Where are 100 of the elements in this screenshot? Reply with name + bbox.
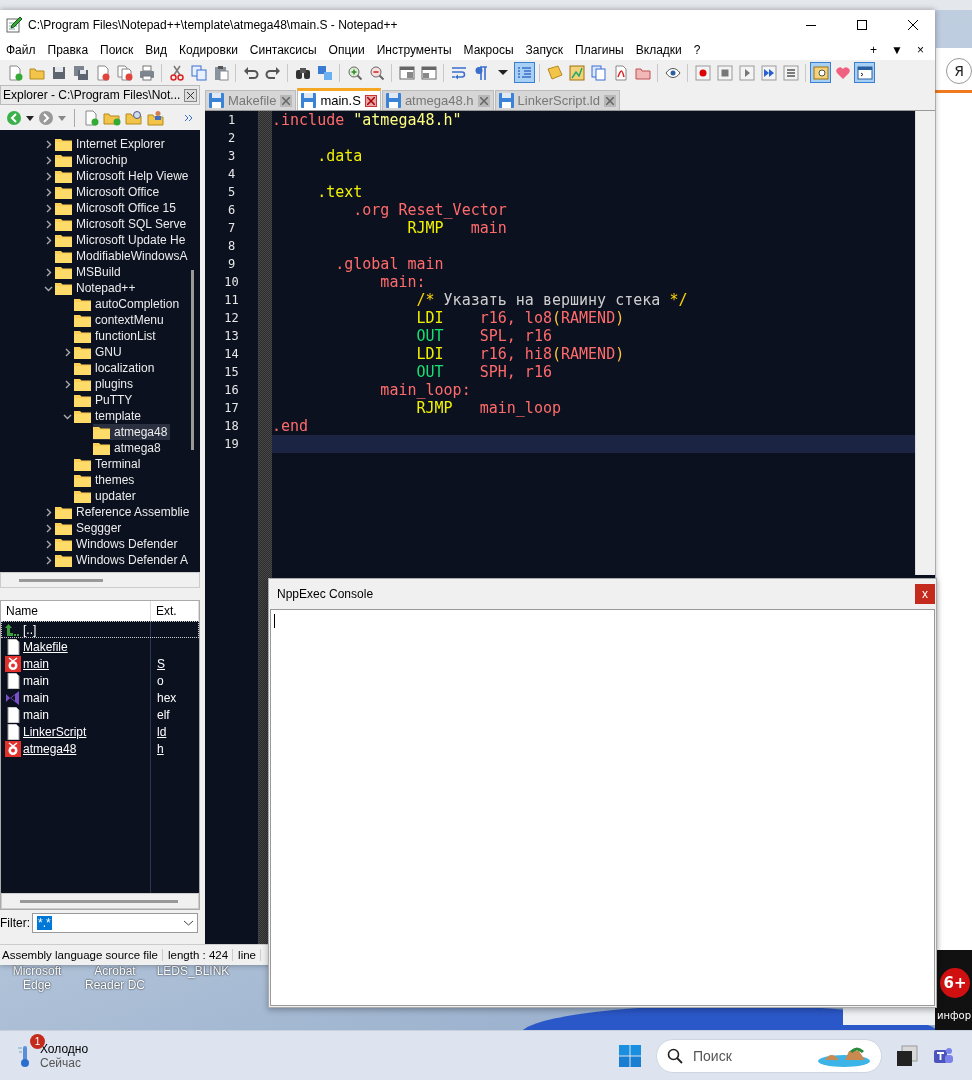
menu-item[interactable]: Синтаксисы bbox=[249, 43, 323, 57]
file-row[interactable]: main S bbox=[1, 655, 199, 672]
menu-control[interactable]: ▼ bbox=[888, 43, 906, 57]
folder-person-icon bbox=[147, 109, 165, 126]
tree-item[interactable]: Microsoft SQL Serve bbox=[44, 216, 190, 232]
folder-search-icon bbox=[125, 109, 143, 126]
user-folder-button[interactable] bbox=[147, 109, 165, 126]
tree-item[interactable]: contextMenu bbox=[63, 312, 167, 328]
toolbar-button[interactable] bbox=[854, 62, 875, 83]
folder-icon bbox=[55, 153, 72, 167]
tree-item[interactable]: Internet Explorer bbox=[44, 136, 168, 152]
menu-control[interactable]: × bbox=[914, 43, 927, 57]
menu-item[interactable]: Кодировки bbox=[179, 43, 244, 57]
tree-item[interactable]: MSBuild bbox=[44, 264, 124, 280]
menu-item[interactable]: Правка bbox=[47, 43, 95, 57]
tree-item[interactable]: PuTTY bbox=[63, 392, 136, 408]
tree-item[interactable]: updater bbox=[63, 488, 139, 504]
tree-item[interactable]: Seggger bbox=[44, 520, 125, 536]
more-button[interactable] bbox=[184, 113, 194, 122]
task-view-icon bbox=[896, 1044, 918, 1067]
tree-item[interactable]: Microsoft Help Viewe bbox=[44, 168, 192, 184]
raspberry-icon bbox=[5, 740, 21, 757]
horizontal-scrollbar[interactable] bbox=[0, 572, 200, 588]
tree-item[interactable]: GNU bbox=[63, 344, 125, 360]
save-icon bbox=[301, 93, 317, 108]
tree-item[interactable]: ModifiableWindowsA bbox=[44, 248, 191, 264]
text-cursor bbox=[274, 614, 275, 628]
chevron-right-icon bbox=[63, 347, 72, 357]
close-button[interactable]: x bbox=[915, 584, 935, 604]
tree-item[interactable]: Microsoft Office bbox=[44, 184, 163, 200]
file-row[interactable]: main elf bbox=[1, 706, 199, 723]
save-icon bbox=[209, 93, 224, 108]
close-button[interactable] bbox=[184, 88, 197, 102]
task-view-button[interactable] bbox=[896, 1044, 918, 1067]
menu-control[interactable]: + bbox=[867, 43, 881, 57]
tree-item[interactable]: themes bbox=[63, 472, 138, 488]
filter-combobox[interactable]: *.* bbox=[32, 913, 198, 933]
code-line: /* Указать на вершину стека */ bbox=[415, 291, 689, 309]
file-tab[interactable]: main.S bbox=[297, 88, 381, 110]
save-icon bbox=[498, 93, 514, 108]
tree-item[interactable]: Microchip bbox=[44, 152, 131, 168]
find-folder-button[interactable] bbox=[125, 109, 143, 126]
folder-icon bbox=[55, 265, 72, 279]
tree-item[interactable]: Windows Defender A bbox=[44, 552, 192, 568]
back-button[interactable] bbox=[6, 109, 22, 126]
line-number: 7 bbox=[226, 220, 237, 237]
file-row[interactable]: main hex bbox=[1, 689, 199, 706]
menu-item[interactable]: Вкладки bbox=[635, 43, 688, 57]
tree-item[interactable]: functionList bbox=[63, 328, 159, 344]
menu-item[interactable]: Плагины bbox=[575, 43, 630, 57]
tree-item[interactable]: Microsoft Update He bbox=[44, 232, 189, 248]
tree-item[interactable]: template bbox=[63, 408, 145, 424]
tree-item[interactable]: Reference Assemblie bbox=[44, 504, 193, 520]
tab-close-button[interactable] bbox=[603, 94, 616, 107]
tab-close-button[interactable] bbox=[477, 94, 490, 107]
file-row[interactable]: main o bbox=[1, 672, 199, 689]
forward-button[interactable] bbox=[38, 109, 54, 126]
tab-close-button[interactable] bbox=[364, 94, 377, 107]
folder-icon bbox=[74, 313, 91, 327]
new-file-button[interactable] bbox=[83, 109, 99, 126]
file-row[interactable]: Makefile bbox=[1, 638, 199, 655]
tree-item[interactable]: plugins bbox=[63, 376, 137, 392]
replace-icon bbox=[316, 64, 333, 81]
save-all-icon bbox=[72, 64, 89, 81]
menu-item[interactable]: Поиск bbox=[100, 43, 140, 57]
menu-item[interactable]: Запуск bbox=[525, 43, 570, 57]
column-header[interactable]: Name bbox=[1, 601, 151, 621]
tree-item[interactable]: Microsoft Office 15 bbox=[44, 200, 179, 216]
code-line: .text bbox=[316, 183, 364, 201]
menu-item[interactable]: Вид bbox=[145, 43, 174, 57]
scrollbar-thumb[interactable] bbox=[191, 270, 194, 450]
file-row[interactable]: atmega48 h bbox=[1, 740, 199, 757]
heart-icon bbox=[834, 64, 851, 81]
menu-item[interactable]: Опции bbox=[328, 43, 371, 57]
file-row[interactable]: LinkerScript ld bbox=[1, 723, 199, 740]
menu-item[interactable]: Файл bbox=[6, 43, 42, 57]
code-line: .global main bbox=[334, 255, 445, 273]
tree-item[interactable]: Windows Defender bbox=[44, 536, 181, 552]
tree-item[interactable]: Terminal bbox=[63, 456, 144, 472]
folder-icon bbox=[74, 297, 91, 311]
window-title: C:\Program Files\Notepad++\template\atmega48\main.S - Notepad++ bbox=[28, 18, 399, 32]
menu-item[interactable]: Инструменты bbox=[376, 43, 458, 57]
vertical-scrollbar[interactable] bbox=[915, 111, 935, 575]
chevron-down-icon bbox=[184, 920, 193, 926]
horizontal-scrollbar[interactable] bbox=[1, 893, 199, 909]
menu-item[interactable]: ? bbox=[693, 43, 707, 57]
tree-item[interactable]: atmega8 bbox=[82, 440, 164, 456]
search-field[interactable]: Поиск bbox=[656, 1038, 882, 1073]
start-button[interactable] bbox=[618, 1043, 642, 1068]
tab-close-button[interactable] bbox=[280, 94, 293, 107]
tree-item[interactable]: autoCompletion bbox=[63, 296, 183, 312]
tree-item[interactable]: Notepad++ bbox=[44, 280, 139, 296]
column-header[interactable]: Ext. bbox=[151, 601, 199, 621]
menu-item[interactable]: Макросы bbox=[463, 43, 520, 57]
file-row[interactable]: [..] bbox=[1, 621, 199, 638]
filter-label: Filter: bbox=[0, 916, 30, 930]
tree-item[interactable]: localization bbox=[63, 360, 158, 376]
minimize-icon bbox=[805, 24, 816, 26]
chart-page-icon bbox=[568, 64, 585, 81]
code-line: RJMP main_loop bbox=[415, 399, 562, 417]
